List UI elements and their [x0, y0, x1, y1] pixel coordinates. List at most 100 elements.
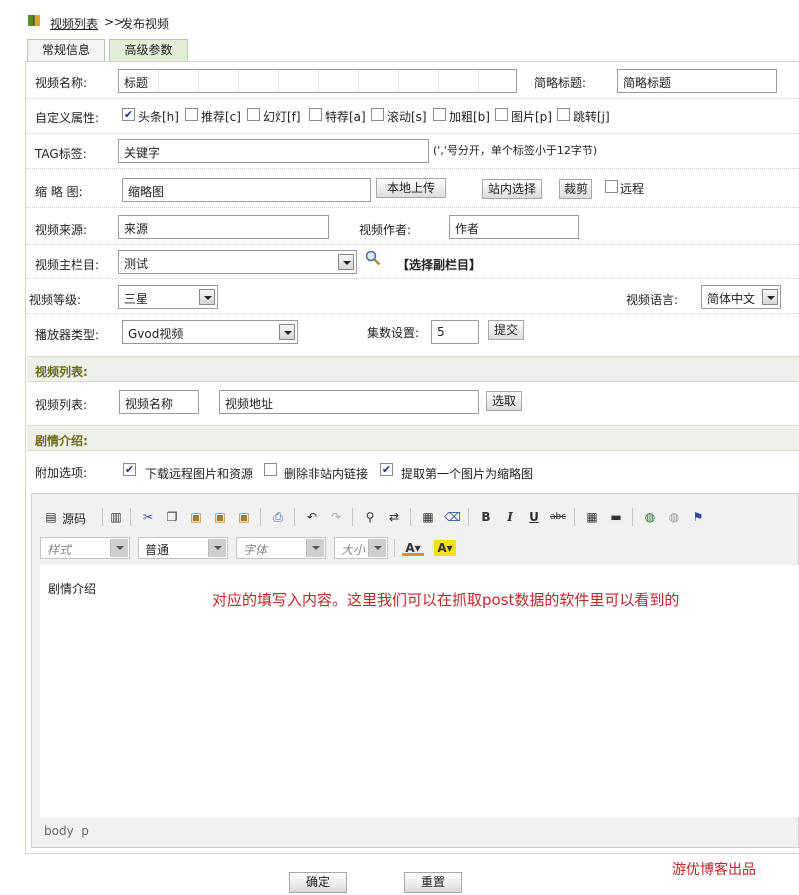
local-upload-button[interactable]: 本地上传 — [376, 178, 446, 198]
size-select-value: 大小 — [341, 543, 366, 557]
remote-checkbox[interactable] — [605, 180, 618, 193]
tab-advanced[interactable]: 高级参数 — [109, 39, 188, 62]
crop-button[interactable]: 裁剪 — [559, 179, 592, 199]
first-image-thumb-checkbox[interactable]: ✔ — [380, 463, 393, 476]
paste-text-icon[interactable]: ▣ — [212, 509, 228, 525]
select-sub-column-link[interactable]: 【选择副栏目】 — [397, 256, 481, 273]
row-divider — [27, 207, 799, 208]
author-label: 视频作者: — [359, 223, 412, 237]
toolbar-separator — [294, 508, 295, 526]
attr-checkbox-a[interactable] — [309, 108, 322, 121]
attr-checkbox-c[interactable] — [185, 108, 198, 121]
chevron-down-icon — [762, 289, 778, 305]
remove-external-links-label: 删除非站内链接 — [284, 467, 369, 481]
strikethrough-icon[interactable]: abc — [550, 509, 566, 525]
breadcrumb-list-link[interactable]: 视频列表 — [50, 15, 98, 32]
row-divider — [27, 313, 799, 314]
copy-icon[interactable]: ❐ — [164, 509, 180, 525]
toolbar-separator — [260, 508, 261, 526]
attr-checkbox-b[interactable] — [433, 108, 446, 121]
size-select[interactable]: 大小 — [334, 537, 388, 559]
attr-checkbox-p[interactable] — [495, 108, 508, 121]
text-color-icon[interactable]: A▾ — [402, 540, 424, 556]
attr-checkbox-s[interactable] — [371, 108, 384, 121]
style-select[interactable]: 样式 — [40, 537, 130, 559]
background-color-icon[interactable]: A▾ — [434, 540, 456, 556]
author-input[interactable]: 作者 — [449, 215, 579, 239]
breadcrumb-current: 发布视频 — [121, 17, 170, 31]
language-label: 视频语言: — [626, 293, 679, 307]
source-button-label: 源码 — [62, 512, 87, 526]
pick-button[interactable]: 选取 — [486, 391, 522, 411]
video-name-label: 视频名称: — [35, 76, 88, 90]
row-divider — [27, 244, 799, 245]
source-label: 视频来源: — [35, 223, 88, 237]
attr-checkbox-h[interactable]: ✔ — [122, 108, 135, 121]
short-title-label: 简略标题: — [534, 76, 587, 90]
main-column-select[interactable]: 测试 — [118, 250, 357, 274]
confirm-button[interactable]: 确定 — [289, 872, 347, 893]
horizontal-rule-icon[interactable]: ▬ — [608, 509, 624, 525]
search-icon[interactable] — [365, 250, 381, 266]
extra-options-label: 附加选项: — [35, 466, 88, 480]
tag-input[interactable]: 关键字 — [118, 139, 429, 163]
player-type-select[interactable]: Gvod视频 — [122, 320, 298, 344]
attr-checkbox-f[interactable] — [247, 108, 260, 121]
paste-word-icon[interactable]: ▣ — [236, 509, 252, 525]
chevron-down-icon — [368, 539, 386, 557]
bold-icon[interactable]: B — [478, 509, 494, 525]
remove-external-links-checkbox[interactable] — [264, 463, 277, 476]
anchor-flag-icon[interactable]: ⚑ — [690, 509, 706, 525]
thumbnail-input[interactable]: 缩略图 — [122, 178, 371, 202]
underline-icon[interactable]: U — [526, 509, 542, 525]
paste-icon[interactable]: ▣ — [188, 509, 204, 525]
attr-checkbox-j[interactable] — [557, 108, 570, 121]
source-button[interactable]: ▤ 源码 — [40, 506, 94, 528]
reset-button[interactable]: 重置 — [404, 872, 462, 893]
style-select-value: 样式 — [47, 543, 72, 557]
video-list-url-input[interactable]: 视频地址 — [219, 390, 479, 414]
credit-text: 游优博客出品 — [672, 862, 756, 878]
download-remote-checkbox[interactable]: ✔ — [123, 463, 136, 476]
remove-format-icon[interactable]: ⌫ — [444, 509, 461, 525]
chevron-down-icon — [279, 324, 295, 340]
tab-general[interactable]: 常规信息 — [27, 39, 105, 62]
video-list-name-input[interactable]: 视频名称 — [119, 390, 199, 414]
cut-icon[interactable]: ✂ — [140, 509, 156, 525]
undo-icon[interactable]: ↶ — [304, 509, 320, 525]
short-title-input[interactable]: 简略标题 — [617, 69, 777, 93]
redo-icon[interactable]: ↷ — [328, 509, 344, 525]
format-select[interactable]: 普通 — [138, 537, 228, 559]
video-name-input[interactable]: 标题 — [118, 69, 517, 93]
editor-status-path: body p — [44, 824, 89, 838]
level-value: 三星 — [124, 292, 149, 306]
link-icon[interactable]: ◍ — [642, 509, 658, 525]
toolbar-separator — [394, 539, 395, 557]
templates-icon[interactable]: ▥ — [108, 509, 124, 525]
select-all-icon[interactable]: ▦ — [420, 509, 436, 525]
find-icon[interactable]: ⚲ — [362, 509, 378, 525]
plot-section-title: 剧情介绍: — [35, 434, 88, 448]
table-icon[interactable]: ▦ — [584, 509, 600, 525]
font-select-value: 字体 — [243, 543, 268, 557]
replace-icon[interactable]: ⇄ — [386, 509, 402, 525]
language-select[interactable]: 简体中文 — [701, 285, 781, 309]
toolbar-separator — [468, 508, 469, 526]
font-select[interactable]: 字体 — [236, 537, 326, 559]
attr-label-c: 推荐[c] — [201, 110, 241, 124]
main-column-value: 测试 — [124, 257, 149, 271]
italic-icon[interactable]: I — [502, 509, 518, 525]
site-select-button[interactable]: 站内选择 — [482, 179, 542, 199]
unlink-icon[interactable]: ◍ — [666, 509, 682, 525]
print-icon[interactable]: ⎙ — [270, 509, 286, 525]
annotation-text: 对应的填写入内容。这里我们可以在抓取post数据的软件里可以看到的 — [212, 591, 680, 609]
tag-hint: (','号分开，单个标签小于12字节) — [433, 144, 598, 157]
first-image-thumb-label: 提取第一个图片为缩略图 — [401, 467, 534, 481]
attr-label-f: 幻灯[f] — [263, 110, 301, 124]
toolbar-separator — [574, 508, 575, 526]
episodes-input[interactable]: 5 — [431, 320, 479, 344]
episodes-submit-button[interactable]: 提交 — [488, 320, 524, 340]
attr-label-b: 加粗[b] — [449, 110, 490, 124]
level-select[interactable]: 三星 — [118, 285, 218, 309]
source-input[interactable]: 来源 — [118, 215, 329, 239]
